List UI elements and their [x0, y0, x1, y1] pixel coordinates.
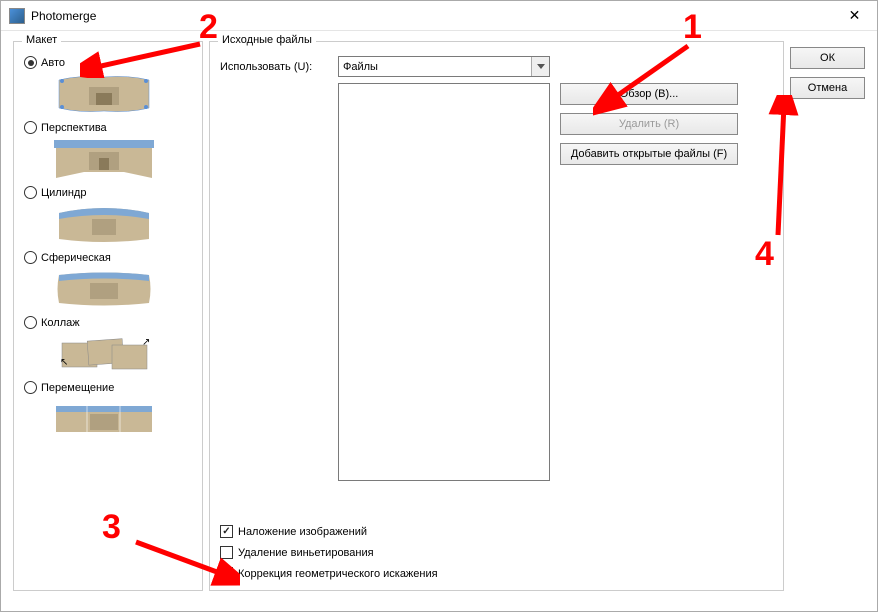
layout-option-perspective[interactable]: Перспектива — [24, 121, 192, 134]
ok-button[interactable]: ОК — [790, 47, 865, 69]
radio-icon — [24, 316, 37, 329]
checkbox-icon — [220, 567, 233, 580]
options-checkboxes: Наложение изображений Удаление виньетиро… — [220, 525, 773, 580]
svg-text:↗: ↗ — [142, 337, 150, 348]
add-open-files-button[interactable]: Добавить открытые файлы (F) — [560, 143, 738, 165]
use-label: Использовать (U): — [220, 61, 332, 73]
titlebar: Photomerge ✕ — [1, 1, 877, 31]
cancel-button[interactable]: Отмена — [790, 77, 865, 99]
thumb-auto — [54, 75, 154, 113]
check-label: Коррекция геометрического искажения — [238, 568, 438, 580]
use-value: Файлы — [343, 61, 378, 73]
layout-option-collage[interactable]: Коллаж — [24, 316, 192, 329]
source-fieldset: Исходные файлы Использовать (U): Файлы О… — [209, 41, 784, 591]
layout-label: Перемещение — [41, 382, 114, 394]
check-geometric[interactable]: Коррекция геометрического искажения — [220, 567, 773, 580]
thumb-perspective — [54, 140, 154, 178]
action-buttons: ОК Отмена — [790, 47, 865, 599]
check-label: Наложение изображений — [238, 526, 367, 538]
radio-icon — [24, 186, 37, 199]
source-legend: Исходные файлы — [218, 34, 316, 46]
browse-button[interactable]: Обзор (B)... — [560, 83, 738, 105]
layout-label: Авто — [41, 57, 65, 69]
close-button[interactable]: ✕ — [832, 1, 877, 31]
window-title: Photomerge — [31, 9, 832, 23]
use-row: Использовать (U): Файлы — [220, 56, 773, 77]
radio-icon — [24, 56, 37, 69]
radio-icon — [24, 121, 37, 134]
radio-icon — [24, 381, 37, 394]
remove-button[interactable]: Удалить (R) — [560, 113, 738, 135]
layout-legend: Макет — [22, 34, 61, 46]
photomerge-dialog: Photomerge ✕ Макет Авто — [0, 0, 878, 612]
svg-text:↖: ↖ — [60, 357, 68, 368]
layout-option-reposition[interactable]: Перемещение — [24, 381, 192, 394]
layout-option-spherical[interactable]: Сферическая — [24, 251, 192, 264]
thumb-collage: ↖ ↗ — [54, 335, 154, 373]
layout-label: Цилиндр — [41, 187, 86, 199]
thumb-reposition — [54, 400, 154, 438]
layout-option-cylinder[interactable]: Цилиндр — [24, 186, 192, 199]
source-body: Обзор (B)... Удалить (R) Добавить открыт… — [220, 83, 773, 515]
layout-fieldset: Макет Авто Перспектива — [13, 41, 203, 591]
file-list[interactable] — [338, 83, 550, 481]
check-blend[interactable]: Наложение изображений — [220, 525, 773, 538]
use-dropdown[interactable]: Файлы — [338, 56, 550, 77]
thumb-cylinder — [54, 205, 154, 243]
layout-label: Сферическая — [41, 252, 111, 264]
checkbox-icon — [220, 546, 233, 559]
layout-label: Коллаж — [41, 317, 80, 329]
checkbox-icon — [220, 525, 233, 538]
check-vignette[interactable]: Удаление виньетирования — [220, 546, 773, 559]
radio-icon — [24, 251, 37, 264]
file-buttons: Обзор (B)... Удалить (R) Добавить открыт… — [560, 83, 738, 515]
content-area: Макет Авто Перспектива — [1, 31, 877, 611]
chevron-down-icon — [531, 57, 549, 76]
layout-option-auto[interactable]: Авто — [24, 56, 192, 69]
check-label: Удаление виньетирования — [238, 547, 374, 559]
layout-label: Перспектива — [41, 122, 107, 134]
thumb-spherical — [54, 270, 154, 308]
app-icon — [9, 8, 25, 24]
